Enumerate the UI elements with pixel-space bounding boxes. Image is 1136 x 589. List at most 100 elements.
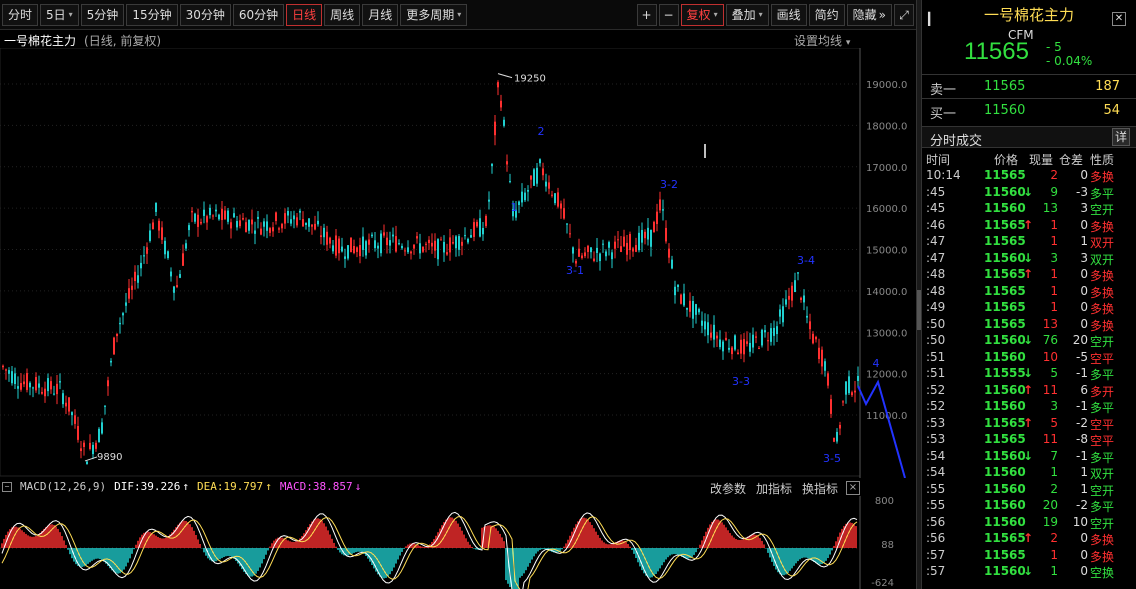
period-tab-label: 月线 <box>368 7 393 22</box>
tool-button-3[interactable]: 叠加 ▾ <box>725 3 769 26</box>
candle-body <box>659 199 661 211</box>
candle-body <box>716 335 718 339</box>
high-pointer <box>497 73 513 79</box>
tick-row: :57 11560 ↓ 1 0 空换 <box>922 564 1136 581</box>
period-tab-4[interactable]: 30分钟 <box>179 3 231 26</box>
detail-button[interactable]: 详 <box>1112 128 1130 146</box>
quote-panel: ▎ 一号棉花主力 ✕ CFM 11565 - 5 - 0.04% 卖一 1156… <box>922 0 1136 589</box>
close-icon[interactable]: ✕ <box>1112 12 1126 26</box>
candlestick-chart[interactable]: 19000.0 18000.0 17000.0 16000.0 15000.0 14000… <box>0 48 920 478</box>
tick-oi-change: 0 <box>1080 217 1088 232</box>
zoom-out-icon[interactable]: − <box>658 3 679 26</box>
add-indicator-button[interactable]: 加指标 <box>756 480 792 497</box>
tick-nature: 空平 <box>1090 434 1115 448</box>
candle-body <box>443 241 445 253</box>
candle-body <box>632 248 634 252</box>
collapse-icon[interactable]: − <box>2 481 12 492</box>
ticks-list[interactable]: 10:14 11565 2 0 多换:45 11560 ↓ 9 -3 多平:45 11560 13 3 空… <box>922 168 1136 581</box>
tool-button-6[interactable]: 隐藏» <box>846 3 892 26</box>
y-tick-label: 18000.0 <box>866 121 907 132</box>
candle-body <box>14 373 16 385</box>
candle-body <box>761 329 763 346</box>
tick-time: :54 <box>926 448 946 463</box>
macd-dea: DEA:19.797 <box>196 480 264 493</box>
candle-body <box>305 222 307 226</box>
ask-label: 卖一 <box>930 83 957 98</box>
period-tab-5[interactable]: 60分钟 <box>232 3 285 26</box>
panel-title: 一号棉花主力 <box>983 6 1074 24</box>
candle-body <box>536 167 538 184</box>
candle-body <box>413 244 415 249</box>
period-tab-1[interactable]: 5日 ▾ <box>40 3 79 26</box>
zoom-in-icon[interactable]: + <box>636 3 657 26</box>
chart-tools: + − 复权 ▾ 叠加 ▾ 画线 简约 隐藏» ⤢ <box>636 3 920 26</box>
candle-body <box>467 238 469 243</box>
candle-body <box>266 221 268 231</box>
tick-price: 11565 <box>984 316 1026 331</box>
tool-button-label: 简约 <box>814 7 839 22</box>
candle-body <box>458 236 460 250</box>
candle-body <box>596 247 598 253</box>
period-tab-6[interactable]: 日线 <box>286 3 323 26</box>
candle-body <box>485 215 487 227</box>
fullscreen-icon[interactable]: ⤢ <box>894 3 914 26</box>
tick-nature: 多平 <box>1090 450 1115 465</box>
macd-chart[interactable]: 800 88 -624 <box>0 496 920 589</box>
candle-body <box>626 242 628 255</box>
switch-indicator-button[interactable]: 换指标 <box>802 480 838 497</box>
candle-body <box>518 201 520 206</box>
candle-body <box>218 214 220 220</box>
tick-time: :49 <box>926 300 946 314</box>
col-volume: 现量 <box>1029 153 1054 167</box>
period-tabs: 分时 5日 ▾ 5分钟 15分钟 30分钟 60分钟 日线 周线 月线 更多周期 ▾ <box>2 3 469 26</box>
candle-body <box>356 247 358 252</box>
period-tab-3[interactable]: 15分钟 <box>126 3 178 26</box>
candle-body <box>737 352 739 355</box>
period-tab-8[interactable]: 月线 <box>362 3 399 26</box>
chevron-down-icon: ▾ <box>713 9 718 19</box>
tick-volume: 1 <box>1050 283 1058 298</box>
tick-oi-change: 1 <box>1080 234 1088 248</box>
tick-row: :50 11560 ↓ 76 20 空开 <box>922 333 1136 350</box>
bid-price: 11560 <box>984 103 1026 118</box>
candle-body <box>125 302 127 306</box>
candle-body <box>50 381 52 390</box>
period-tab-7[interactable]: 周线 <box>324 3 361 26</box>
tool-button-5[interactable]: 简约 <box>808 3 845 26</box>
splitter-grip[interactable] <box>917 290 921 330</box>
tick-volume: 2 <box>1050 531 1058 545</box>
candle-body <box>806 315 808 318</box>
tick-price: 11560 <box>984 564 1026 578</box>
tool-button-4[interactable]: 画线 <box>770 3 807 26</box>
candle-body <box>701 320 703 326</box>
change-params-button[interactable]: 改参数 <box>710 480 746 497</box>
tick-nature: 多换 <box>1090 318 1115 333</box>
tick-row: :51 11560 10 -5 空平 <box>922 350 1136 367</box>
candle-body <box>488 199 490 202</box>
tick-row: :46 11565 ↑ 1 0 多换 <box>922 218 1136 235</box>
candle-body <box>491 163 493 167</box>
tick-oi-change: 0 <box>1080 564 1088 578</box>
tool-button-2[interactable]: 复权 ▾ <box>680 3 724 26</box>
ma-setting-button[interactable]: 设置均线 ▾ <box>794 32 850 49</box>
candle-body <box>335 235 337 256</box>
close-icon[interactable]: × <box>846 481 860 495</box>
tick-volume: 1 <box>1050 267 1058 281</box>
candle-body <box>581 255 583 259</box>
candle-body <box>782 306 784 323</box>
period-tab-label: 5日 <box>46 7 66 22</box>
up-arrow-icon: ↑ <box>1023 267 1034 281</box>
tick-time: :47 <box>926 250 946 265</box>
tick-row: :51 11555 ↓ 5 -1 多平 <box>922 366 1136 383</box>
period-tab-0[interactable]: 分时 <box>2 3 39 26</box>
tick-volume: 13 <box>1042 316 1058 331</box>
candle-body <box>362 236 364 250</box>
candle-body <box>683 293 685 306</box>
candle-body <box>434 240 436 251</box>
candle-body <box>557 192 559 207</box>
tick-nature: 空开 <box>1090 516 1115 531</box>
period-tab-2[interactable]: 5分钟 <box>80 3 125 26</box>
candle-body <box>593 258 595 262</box>
period-tab-9[interactable]: 更多周期 ▾ <box>400 3 468 26</box>
candle-body <box>797 272 799 274</box>
